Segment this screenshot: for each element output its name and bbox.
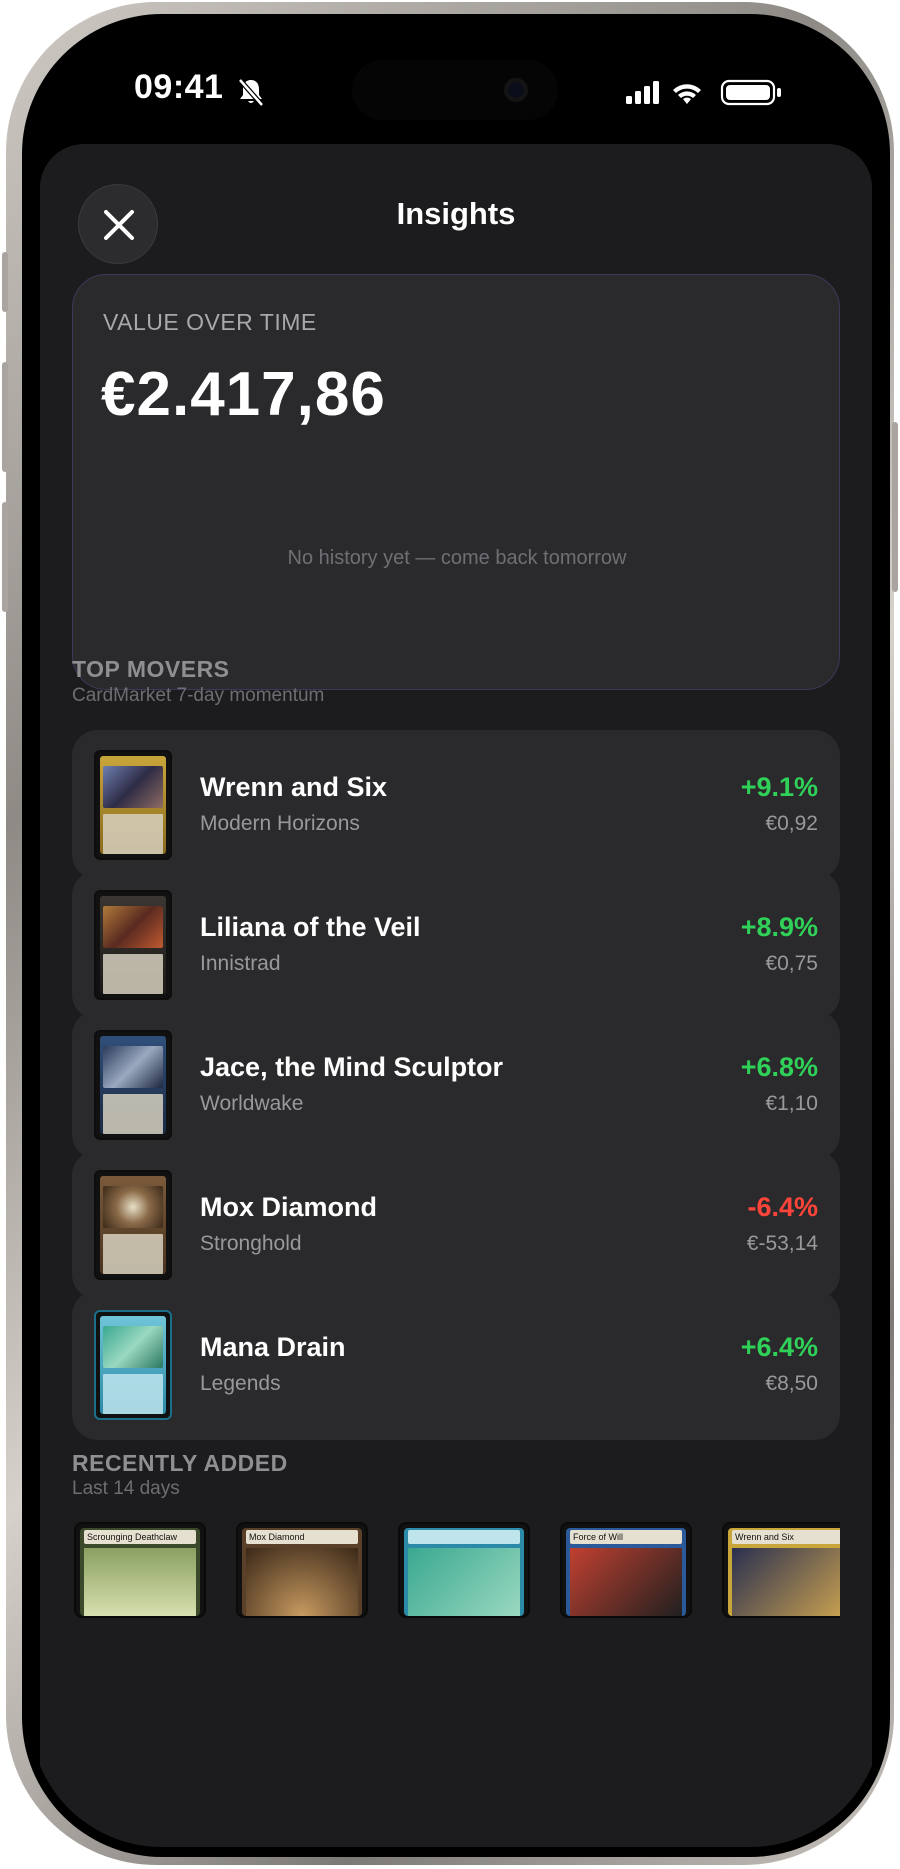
status-bar: 09:41: [30, 20, 882, 140]
mover-name: Liliana of the Veil: [200, 912, 421, 942]
recent-card[interactable]: Mox Diamond: [236, 1522, 368, 1618]
value-over-time-card: VALUE OVER TIME €2.417,86 No history yet…: [72, 274, 840, 690]
card-thumbnail: [94, 750, 172, 860]
mover-set: Innistrad: [200, 952, 281, 975]
mover-set: Modern Horizons: [200, 812, 360, 835]
mover-name: Mox Diamond: [200, 1192, 378, 1222]
recently-added-title: RECENTLY ADDED: [72, 1450, 288, 1476]
value-card-label: VALUE OVER TIME: [103, 309, 317, 335]
mover-change: +6.4%: [740, 1332, 818, 1362]
mover-set: Stronghold: [200, 1232, 302, 1255]
empty-history-message: No history yet — come back tomorrow: [287, 547, 627, 569]
card-thumbnail: [94, 1170, 172, 1280]
recently-added-subtitle: Last 14 days: [72, 1478, 180, 1499]
recent-card[interactable]: Force of Will: [560, 1522, 692, 1618]
camera-icon: [504, 78, 528, 102]
status-icons: [626, 79, 781, 106]
recently-added-strip: Scrounging Deathclaw Mox Diamond Force o…: [72, 1522, 840, 1618]
mover-change: -6.4%: [747, 1192, 818, 1222]
mover-price: €0,75: [765, 952, 818, 975]
recent-card-name: [408, 1530, 520, 1544]
card-thumbnail: [94, 1310, 172, 1420]
recent-card[interactable]: Scrounging Deathclaw: [74, 1522, 206, 1618]
recent-card[interactable]: [398, 1522, 530, 1618]
silent-bell-icon: [238, 78, 264, 107]
mover-set: Worldwake: [200, 1092, 304, 1115]
mover-row-wrenn-and-six[interactable]: Wrenn and Six Modern Horizons +9.1% €0,9…: [72, 730, 840, 880]
volume-up-button: [2, 362, 8, 472]
recent-card[interactable]: Wrenn and Six: [722, 1522, 840, 1618]
mover-price: €-53,14: [746, 1232, 818, 1255]
mover-set: Legends: [200, 1372, 281, 1395]
status-time: 09:41: [134, 68, 224, 106]
mover-change: +8.9%: [740, 912, 818, 942]
mover-price: €8,50: [765, 1372, 818, 1395]
recent-card-name: Wrenn and Six: [732, 1530, 840, 1544]
recent-card-name: Scrounging Deathclaw: [84, 1530, 196, 1544]
mover-change: +9.1%: [740, 772, 818, 802]
action-button: [2, 252, 8, 312]
recent-card-name: Force of Will: [570, 1530, 682, 1544]
top-movers-title: TOP MOVERS: [72, 656, 230, 682]
insights-sheet: Insights VALUE OVER TIME €2.417,86 No hi…: [40, 144, 872, 1847]
mover-row-jace-the-mind-sculptor[interactable]: Jace, the Mind Sculptor Worldwake +6.8% …: [72, 1010, 840, 1160]
dynamic-island: [352, 60, 558, 120]
mover-row-mana-drain[interactable]: Mana Drain Legends +6.4% €8,50: [72, 1290, 840, 1440]
sheet-title: Insights: [396, 196, 516, 231]
recent-card-name: Mox Diamond: [246, 1530, 358, 1544]
mover-change: +6.8%: [740, 1052, 818, 1082]
mover-row-mox-diamond[interactable]: Mox Diamond Stronghold -6.4% €-53,14: [72, 1150, 840, 1300]
mover-name: Wrenn and Six: [200, 772, 388, 802]
screen: 09:41 Insights VALUE OVER TIME €2.417,86…: [30, 20, 882, 1847]
mover-price: €1,10: [765, 1092, 818, 1115]
mover-row-liliana-of-the-veil[interactable]: Liliana of the Veil Innistrad +8.9% €0,7…: [72, 870, 840, 1020]
card-thumbnail: [94, 1030, 172, 1140]
cellular-signal-icon: [626, 81, 659, 104]
portfolio-value: €2.417,86: [101, 360, 386, 429]
mover-name: Mana Drain: [200, 1332, 346, 1362]
power-button: [892, 422, 898, 592]
volume-down-button: [2, 502, 8, 612]
battery-icon: [720, 79, 781, 106]
mover-name: Jace, the Mind Sculptor: [200, 1052, 504, 1082]
card-thumbnail: [94, 890, 172, 1000]
wifi-icon: [673, 84, 701, 104]
mover-price: €0,92: [765, 812, 818, 835]
top-movers-subtitle: CardMarket 7-day momentum: [72, 685, 325, 706]
